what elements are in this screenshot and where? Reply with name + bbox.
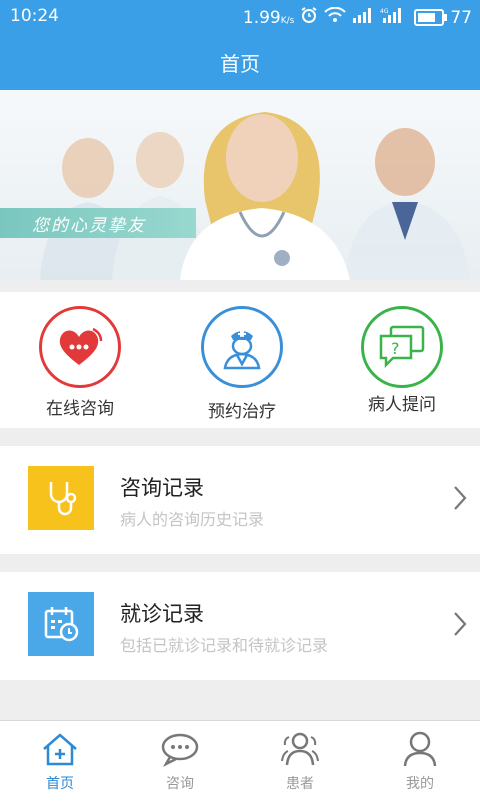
status-icons: 1.99K/s 4G 77 (243, 6, 472, 29)
record-title: 咨询记录 (120, 476, 204, 500)
battery-level: 77 (450, 7, 472, 28)
tab-label: 我的 (406, 776, 434, 792)
alarm-icon (300, 6, 318, 29)
status-time: 10:24 (10, 6, 59, 26)
tab-consult[interactable]: 咨询 (120, 731, 240, 793)
record-title: 就诊记录 (120, 602, 204, 626)
quick-action-patient-question[interactable]: ? 病人提问 (332, 306, 472, 415)
title-bar: 首页 (0, 34, 480, 90)
chevron-right-icon (452, 484, 468, 516)
svg-text:4G: 4G (380, 8, 389, 15)
patients-icon (281, 732, 319, 766)
tab-home[interactable]: 首页 (0, 731, 120, 793)
signal-4g-icon: 4G (380, 7, 404, 28)
stethoscope-icon (28, 466, 94, 530)
signal-icon (352, 7, 374, 28)
page-title: 首页 (220, 51, 260, 76)
profile-icon (403, 731, 437, 767)
banner-slogan: 您的心灵挚友 (0, 208, 196, 238)
tab-patients[interactable]: 患者 (240, 731, 360, 793)
tab-label: 首页 (46, 776, 74, 792)
quick-action-online-consult[interactable]: 在线咨询 (10, 306, 150, 419)
svg-text:?: ? (391, 339, 400, 358)
chevron-right-icon (452, 610, 468, 642)
quick-actions-panel: 在线咨询 预约治疗 ? 病人提问 (0, 292, 480, 428)
tab-profile[interactable]: 我的 (360, 731, 480, 793)
battery-icon (414, 9, 448, 26)
consult-records-card[interactable]: 咨询记录 病人的咨询历史记录 (0, 446, 480, 554)
calendar-clock-icon (28, 592, 94, 656)
status-bar: 10:24 1.99K/s 4G 77 (0, 0, 480, 34)
quick-action-label: 预约治疗 (208, 402, 276, 422)
quick-action-label: 在线咨询 (46, 399, 114, 419)
quick-action-appointment[interactable]: 预约治疗 (172, 306, 312, 422)
chat-icon (161, 733, 199, 767)
nurse-icon (201, 306, 283, 388)
doctors-illustration (40, 112, 470, 280)
tab-label: 咨询 (166, 776, 194, 792)
tab-label: 患者 (286, 776, 314, 792)
visit-records-card[interactable]: 就诊记录 包括已就诊记录和待就诊记录 (0, 572, 480, 680)
quick-action-label: 病人提问 (368, 395, 436, 415)
banner-image[interactable]: 您的心灵挚友 (0, 90, 480, 280)
network-speed: 1.99K/s (242, 7, 295, 28)
question-chat-icon: ? (361, 306, 443, 388)
heart-chat-icon (39, 306, 121, 388)
home-icon (43, 733, 77, 766)
record-subtitle: 包括已就诊记录和待就诊记录 (120, 636, 329, 655)
bottom-tab-bar: 首页 咨询 患者 我的 (0, 720, 480, 801)
wifi-icon (324, 6, 347, 28)
record-subtitle: 病人的咨询历史记录 (120, 510, 265, 529)
